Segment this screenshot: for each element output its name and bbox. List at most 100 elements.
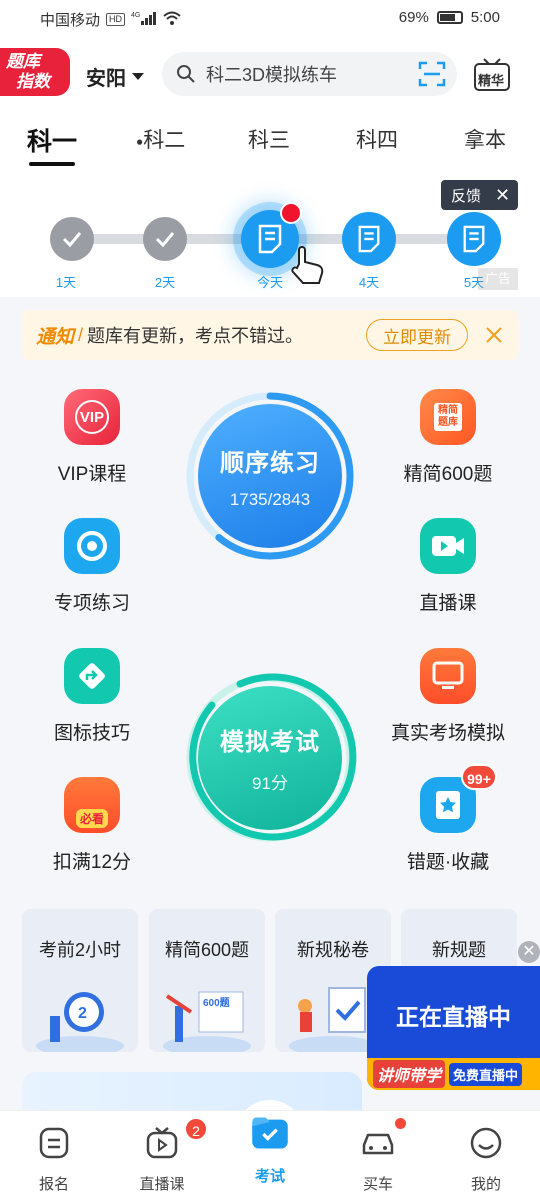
live-course-label: 直播课 xyxy=(419,593,477,614)
live-course-badge: 2 xyxy=(184,1117,208,1141)
search-icon xyxy=(177,65,195,83)
search-bar[interactable]: 科二3D模拟练车 xyxy=(162,52,457,96)
tab-ke3[interactable]: 科三 xyxy=(248,124,290,154)
stopwatch-number: 2 xyxy=(78,1005,87,1022)
nav-exam[interactable]: 考试 xyxy=(230,1117,310,1186)
live-tag-free: 免费直播中 xyxy=(449,1062,523,1086)
card-title: 新规秘卷 xyxy=(297,940,369,960)
nav-label: 直播课 xyxy=(139,1176,185,1193)
feedback-label: 反馈 xyxy=(451,187,482,205)
day-label: 1天 xyxy=(55,275,77,290)
feedback-button[interactable]: 反馈 ✕ xyxy=(441,180,518,210)
caret-down-icon xyxy=(132,73,144,80)
day-2-node[interactable] xyxy=(143,217,187,261)
sequential-count: 1735/2843 xyxy=(229,489,311,509)
car-icon xyxy=(362,1133,394,1155)
tab-ke4[interactable]: 科四 xyxy=(356,124,398,154)
jinghua-label: 精华 xyxy=(478,73,505,88)
real-exam-sim[interactable]: 真实考场模拟 xyxy=(368,648,528,745)
scan-icon[interactable] xyxy=(418,60,446,88)
nav-label: 考试 xyxy=(254,1168,285,1185)
card-jingjian-600[interactable]: 精简600题 600题 xyxy=(149,909,265,1052)
ad-label: 广告 xyxy=(478,268,518,290)
jingjian-600-label: 精简600题 xyxy=(403,464,493,485)
logo-line-1: 题库 xyxy=(6,52,40,71)
stopwatch-icon: 2 xyxy=(36,992,124,1052)
mock-exam-button[interactable]: 模拟考试 91分 xyxy=(198,686,342,830)
jingjian-book-icon: 精简题库 xyxy=(420,389,476,445)
card-title: 新规题 xyxy=(432,940,486,960)
jinghua-button[interactable]: 精华 xyxy=(474,58,510,92)
update-notice: 通知 / 题库有更新，考点不错过。 立即更新 xyxy=(22,310,518,360)
book-label: 600题 xyxy=(203,997,231,1009)
exam-folder-icon xyxy=(252,1117,288,1149)
sequential-practice-button[interactable]: 顺序练习 1735/2843 xyxy=(198,404,342,548)
wrong-count-badge: 99+ xyxy=(461,764,497,790)
day-4-node[interactable] xyxy=(342,212,396,266)
notice-text: 题库有更新，考点不错过。 xyxy=(87,326,304,346)
svg-text:4G: 4G xyxy=(131,12,140,19)
sign-tips-label: 图标技巧 xyxy=(53,723,130,744)
buy-car-dot xyxy=(395,1118,406,1129)
card-2-hours[interactable]: 考前2小时 2 xyxy=(22,909,138,1052)
nav-signup[interactable]: 报名 xyxy=(14,1125,94,1194)
live-float-strip: 讲师带学 免费直播中 xyxy=(367,1058,540,1090)
wrong-favorites-label: 错题·收藏 xyxy=(406,852,490,873)
search-placeholder: 科二3D模拟练车 xyxy=(206,65,338,85)
real-exam-sim-label: 真实考场模拟 xyxy=(390,723,505,744)
logo-line-2: 指数 xyxy=(16,72,50,91)
check-icon xyxy=(62,232,82,248)
clock: 5:00 xyxy=(470,9,500,26)
city-selector[interactable]: 安阳 xyxy=(86,62,144,91)
sign-tips[interactable]: 图标技巧 xyxy=(12,648,172,745)
bottom-navigation: 报名 直播课 考试 买车 我的 xyxy=(0,1110,540,1200)
document-icon xyxy=(463,225,485,253)
jingjian-600[interactable]: 精简题库 精简600题 xyxy=(368,389,528,486)
live-float-banner[interactable]: 正在直播中 讲师带学 免费直播中 xyxy=(367,966,540,1090)
live-float-title: 正在直播中 xyxy=(396,1004,511,1030)
target-icon xyxy=(64,518,120,574)
signal-icon: 4G xyxy=(131,11,157,28)
tab-ke2[interactable]: ●科二 xyxy=(136,124,185,154)
video-camera-icon xyxy=(420,518,476,574)
day-label: 4天 xyxy=(358,275,380,290)
sequential-title: 顺序练习 xyxy=(220,449,320,477)
vip-course[interactable]: VIP VIP课程 xyxy=(12,389,172,486)
day-5-node[interactable] xyxy=(447,212,501,266)
day-label: 今天 xyxy=(256,275,283,290)
subject-tabs: 科一 ●科二 科三 科四 拿本 xyxy=(0,112,540,172)
jingjian-icon-text: 精简题库 xyxy=(434,403,462,431)
special-practice[interactable]: 专项练习 xyxy=(12,518,172,615)
smile-face-icon xyxy=(470,1127,502,1159)
tv-play-icon xyxy=(146,1127,178,1159)
close-icon[interactable] xyxy=(482,323,506,347)
nav-buy-car[interactable]: 买车 xyxy=(338,1125,418,1194)
hd-indicator: HD xyxy=(106,13,126,26)
special-practice-label: 专项练习 xyxy=(53,593,130,614)
full-12-label: 扣满12分 xyxy=(52,852,132,873)
live-tag-teacher: 讲师带学 xyxy=(373,1060,446,1088)
full-12-deduction[interactable]: 必看 扣满12分 xyxy=(12,777,172,874)
vip-course-label: VIP课程 xyxy=(57,464,127,485)
live-course[interactable]: 直播课 xyxy=(368,518,528,615)
close-icon[interactable]: ✕ xyxy=(495,185,510,206)
wrong-and-favorites[interactable]: 错题·收藏 xyxy=(368,777,528,874)
close-live-float-button[interactable]: ✕ xyxy=(518,941,540,963)
status-bar: 中国移动 HD 4G 69% 5:00 xyxy=(0,0,540,36)
tab-ke1[interactable]: 科一 xyxy=(27,122,77,166)
nav-label: 买车 xyxy=(362,1176,393,1193)
battery-percent: 69% xyxy=(398,9,429,26)
day-label: 2天 xyxy=(154,275,176,290)
update-now-button[interactable]: 立即更新 xyxy=(366,319,468,351)
direction-sign-icon xyxy=(64,648,120,704)
card-title: 精简600题 xyxy=(164,940,250,960)
notification-dot xyxy=(280,202,302,224)
form-icon xyxy=(39,1127,69,1159)
book-stack-icon: 600题 xyxy=(163,991,251,1052)
city-label: 安阳 xyxy=(86,68,126,90)
question-bank-index-logo[interactable]: 题库 指数 xyxy=(0,48,70,96)
study-progress: 1天 2天 今天 4天 5天 反馈 ✕ 广告 xyxy=(0,172,540,297)
tab-nab[interactable]: 拿本 xyxy=(464,124,506,154)
nav-mine[interactable]: 我的 xyxy=(446,1125,526,1194)
day-1-node[interactable] xyxy=(50,217,94,261)
